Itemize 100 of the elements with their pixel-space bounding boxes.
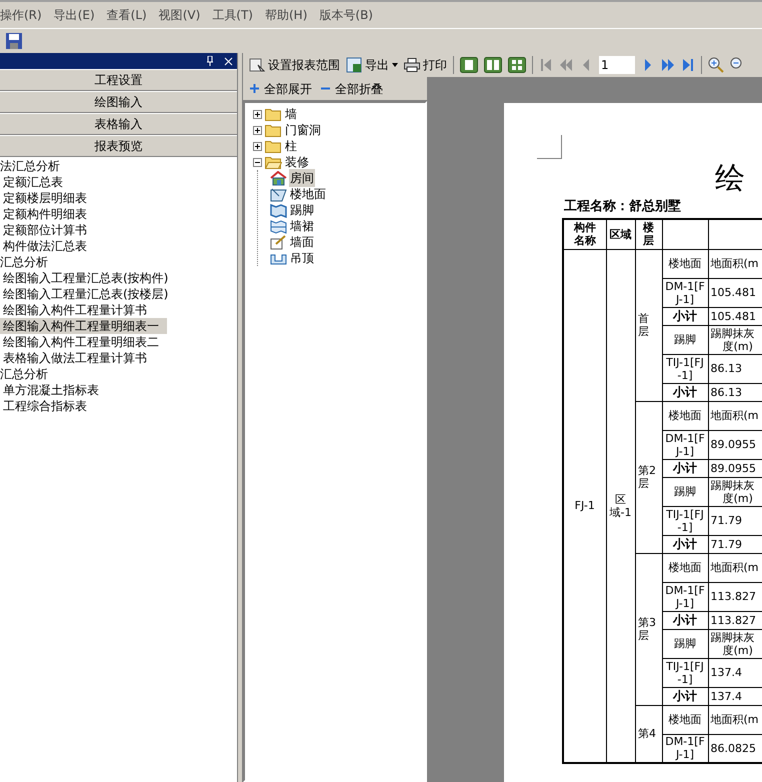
close-icon[interactable] — [224, 56, 233, 66]
report-item[interactable]: 定额构件明细表 — [0, 206, 87, 222]
folder-icon — [265, 124, 282, 136]
expand-icon[interactable] — [253, 142, 262, 150]
export-button[interactable]: 导出 — [346, 56, 398, 74]
nav-button[interactable]: 报表预览 — [0, 135, 237, 157]
menu-item[interactable]: 帮助(H) — [265, 6, 308, 24]
table-cell: DM-1[FJ-1] — [662, 278, 708, 307]
four-page-icon[interactable] — [508, 57, 526, 73]
report-item[interactable]: 绘图输入构件工程量明细表二 — [0, 334, 159, 350]
table-cell: 踢脚 — [662, 629, 708, 658]
table-cell: 楼地面 — [662, 401, 708, 430]
folder-icon — [265, 108, 282, 120]
column-header: 区域 — [606, 219, 635, 249]
tree-node[interactable]: 墙 — [285, 105, 297, 123]
report-item[interactable]: 定额部位计算书 — [0, 222, 87, 238]
table-cell: TIJ-1[FJ-1] — [662, 354, 708, 383]
open-folder-icon — [265, 156, 282, 168]
report-item[interactable]: 定额楼层明细表 — [0, 190, 87, 206]
spreadsheet-icon — [346, 57, 362, 73]
report-title: 绘 — [715, 161, 745, 197]
crop-mark — [537, 135, 562, 159]
menu-item[interactable]: 查看(L) — [106, 6, 147, 24]
fast-forward-icon[interactable] — [661, 58, 675, 72]
report-item[interactable]: 表格输入做法工程量计算书 — [0, 350, 147, 366]
last-page-icon[interactable] — [681, 58, 695, 72]
tree-node[interactable]: 墙面 — [289, 233, 315, 251]
zoom-in-icon[interactable] — [708, 57, 724, 73]
table-cell: DM-1[FJ-1] — [662, 582, 708, 611]
report-item[interactable]: 构件做法汇总表 — [0, 238, 87, 254]
column-header: 楼层 — [635, 219, 662, 249]
tree-node[interactable]: 楼地面 — [289, 185, 327, 203]
house-icon — [270, 170, 287, 186]
table-cell: 踢脚抹灰 度(m) — [708, 325, 762, 354]
print-button[interactable]: 打印 — [404, 56, 447, 74]
report-item[interactable]: 定额汇总表 — [0, 174, 63, 190]
expand-icon[interactable] — [253, 110, 262, 118]
menu-item[interactable]: 版本号(B) — [319, 6, 373, 24]
table-cell: 楼地面 — [662, 705, 708, 734]
table-cell: 小计 — [662, 307, 708, 325]
menu-item[interactable]: 导出(E) — [54, 6, 95, 24]
report-item[interactable]: 绘图输入工程量汇总表(按构件) — [0, 270, 168, 286]
folder-icon — [265, 140, 282, 152]
menu-item[interactable]: 工具(T) — [212, 6, 253, 24]
table-cell: 小计 — [662, 611, 708, 629]
set-range-button[interactable]: 设置报表范围 — [249, 56, 340, 74]
report-item[interactable]: 工程综合指标表 — [0, 398, 87, 414]
nav-button[interactable]: 表格输入 — [0, 113, 237, 135]
report-group[interactable]: 法汇总分析 — [0, 158, 60, 174]
table-cell: 楼地面 — [662, 249, 708, 278]
tree-node[interactable]: 房间 — [289, 169, 315, 187]
menu-item[interactable]: 视图(V) — [158, 6, 200, 24]
report-item[interactable]: 绘图输入工程量汇总表(按楼层) — [0, 286, 168, 302]
report-item[interactable]: 单方混凝土指标表 — [0, 382, 99, 398]
table-cell: 小计 — [662, 535, 708, 553]
floor-icon — [270, 186, 287, 202]
table-cell: 小计 — [662, 687, 708, 705]
report-group[interactable]: 汇总分析 — [0, 254, 48, 270]
tree-node[interactable]: 墙裙 — [289, 217, 315, 235]
document-icon — [249, 57, 265, 73]
nav-button[interactable]: 绘图输入 — [0, 91, 237, 113]
table-cell: 小计 — [662, 383, 708, 401]
project-name: 工程名称：舒总别墅 — [564, 198, 681, 216]
tree-node[interactable]: 吊顶 — [289, 249, 315, 267]
report-item[interactable]: 绘图输入构件工程量计算书 — [0, 302, 147, 318]
table-cell: 小计 — [662, 459, 708, 477]
column-header: 构件名称 — [563, 219, 606, 249]
dado-icon — [270, 218, 287, 234]
dropdown-caret-icon — [392, 63, 398, 67]
printer-icon — [404, 58, 420, 72]
single-page-icon[interactable] — [460, 57, 478, 73]
table-cell: 踢脚 — [662, 325, 708, 354]
collapse-all-button[interactable]: 全部折叠 — [320, 80, 383, 98]
pin-icon[interactable] — [206, 56, 214, 66]
table-cell: TIJ-1[FJ-1] — [662, 658, 708, 687]
table-cell: TIJ-1[FJ-1] — [662, 506, 708, 535]
plus-icon — [249, 83, 260, 94]
tree-node[interactable]: 门窗洞 — [285, 121, 321, 139]
floor-cell: 首层 — [635, 249, 662, 401]
table-cell: 踢脚 — [662, 477, 708, 506]
nav-button[interactable]: 工程设置 — [0, 69, 237, 91]
brush-icon — [270, 234, 287, 250]
tree-node[interactable]: 柱 — [285, 137, 297, 155]
report-group[interactable]: 汇总分析 — [0, 366, 48, 382]
collapse-icon[interactable] — [253, 158, 262, 166]
tree-node[interactable]: 装修 — [285, 153, 309, 171]
table-cell: DM-1[FJ-1] — [662, 430, 708, 459]
two-page-icon[interactable] — [484, 57, 502, 73]
tree-node[interactable]: 踢脚 — [289, 201, 315, 219]
skirting-icon — [270, 202, 287, 218]
expand-icon[interactable] — [253, 126, 262, 134]
report-item[interactable]: 绘图输入构件工程量明细表一 — [0, 318, 167, 334]
table-cell: 楼地面 — [662, 553, 708, 582]
menu-item[interactable]: 操作(R) — [0, 6, 42, 24]
floor-cell: 第3层 — [635, 553, 662, 705]
page-field[interactable]: 1 — [599, 56, 635, 74]
save-icon[interactable] — [5, 32, 23, 50]
table-cell: 踢脚抹灰 度(m) — [708, 477, 762, 506]
floor-cell: 第2层 — [635, 401, 662, 553]
expand-all-button[interactable]: 全部展开 — [249, 80, 312, 98]
